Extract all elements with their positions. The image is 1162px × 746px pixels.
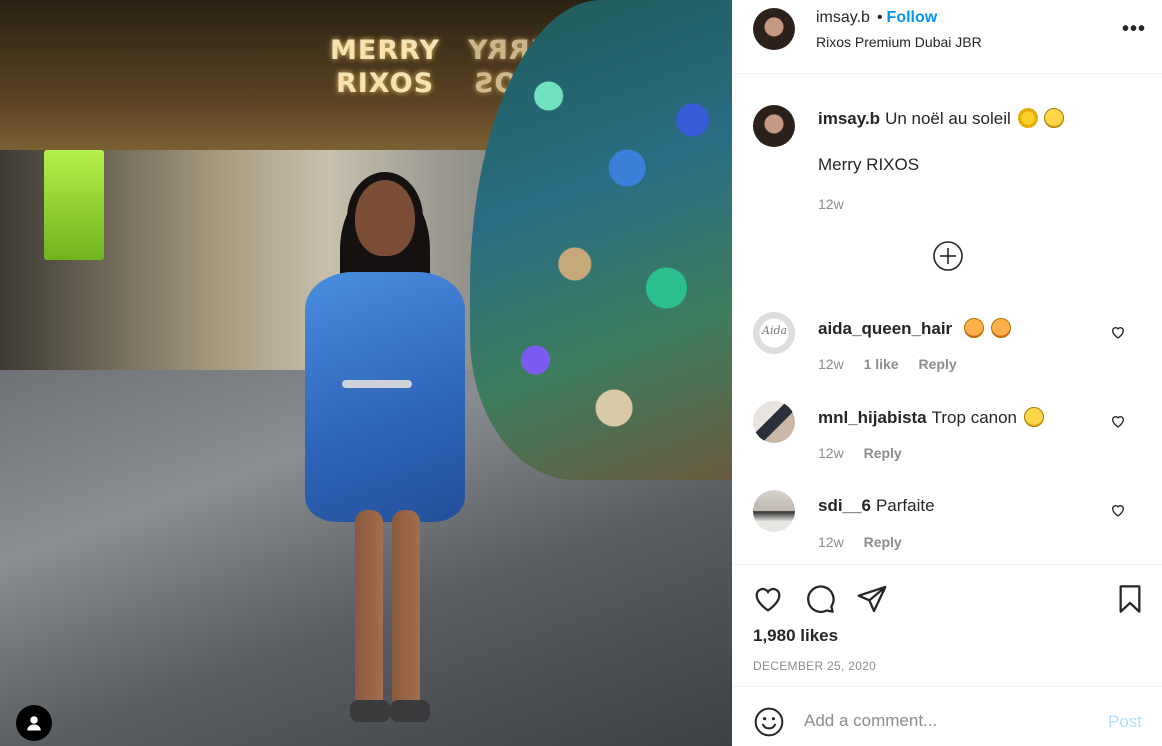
add-comment-bar: Post (732, 686, 1162, 746)
comment-text: Trop canon (931, 408, 1018, 427)
caption-line-2: Merry RIXOS (818, 155, 920, 174)
comments-list[interactable]: imsay.b Un noël au soleil Merry RIXOS 12w… (732, 75, 1162, 563)
share-paper-plane-icon[interactable] (856, 583, 888, 615)
heart-eyes-emoji-icon (963, 318, 984, 338)
avatar[interactable] (753, 401, 795, 443)
grin-emoji-icon (1023, 407, 1044, 427)
comment-username[interactable]: mnl_hijabista (818, 408, 927, 427)
comment-text: Parfaite (875, 496, 935, 515)
comment-input[interactable] (804, 711, 1094, 731)
emoji-smile-icon[interactable] (753, 706, 785, 738)
comment-username[interactable]: sdi__6 (818, 496, 871, 515)
comment-bubble-icon[interactable] (804, 583, 836, 615)
post-header: imsay.b • Follow Rixos Premium Dubai JBR •… (732, 0, 1162, 74)
caption-text: Un noël au soleil (885, 109, 1011, 128)
photo-person (300, 180, 470, 740)
photo-green-screen (44, 150, 104, 260)
photo-sign-merry-rixos: MERRY RIXOS (330, 35, 440, 99)
like-comment-heart-icon[interactable] (1110, 502, 1126, 518)
avatar[interactable] (753, 8, 795, 50)
caption-username[interactable]: imsay.b (818, 109, 880, 128)
header-username[interactable]: imsay.b (816, 9, 870, 26)
comment-timestamp[interactable]: 12w (818, 445, 844, 461)
reply-button[interactable]: Reply (864, 534, 902, 550)
likes-count[interactable]: 1,980 likes (753, 626, 838, 646)
load-more-comments-button[interactable] (932, 240, 964, 277)
avatar[interactable] (753, 490, 795, 532)
plus-circle-icon (933, 241, 963, 271)
reply-button[interactable]: Reply (864, 445, 902, 461)
post-date[interactable]: DECEMBER 25, 2020 (753, 659, 876, 673)
avatar[interactable] (753, 105, 795, 147)
location-link[interactable]: Rixos Premium Dubai JBR (816, 34, 982, 50)
grin-emoji-icon (1044, 108, 1065, 128)
caption-timestamp[interactable]: 12w (818, 196, 844, 212)
comment-timestamp[interactable]: 12w (818, 356, 844, 372)
follow-button[interactable]: Follow (887, 9, 938, 26)
post-actions: 1,980 likes DECEMBER 25, 2020 (732, 564, 1162, 686)
user-icon (27, 716, 41, 731)
separator-dot: • (876, 9, 883, 26)
more-options-icon[interactable]: ••• (1122, 18, 1146, 41)
reply-button[interactable]: Reply (919, 356, 957, 372)
post-button[interactable]: Post (1108, 712, 1142, 732)
avatar[interactable]: Aida (753, 312, 795, 354)
sun-emoji-icon (1017, 108, 1038, 128)
comment-timestamp[interactable]: 12w (818, 534, 844, 550)
tagged-user-button[interactable] (16, 705, 52, 741)
post-panel: imsay.b • Follow Rixos Premium Dubai JBR •… (732, 0, 1162, 746)
save-bookmark-icon[interactable] (1114, 583, 1146, 615)
comment-username[interactable]: aida_queen_hair (818, 319, 952, 338)
post-photo[interactable]: MERRYRIXOS MERRYRIXOS (0, 0, 732, 746)
like-comment-heart-icon[interactable] (1110, 413, 1126, 429)
heart-eyes-emoji-icon (990, 318, 1011, 338)
comment-likes[interactable]: 1 like (864, 356, 899, 372)
like-comment-heart-icon[interactable] (1110, 324, 1126, 340)
like-heart-icon[interactable] (752, 583, 784, 615)
